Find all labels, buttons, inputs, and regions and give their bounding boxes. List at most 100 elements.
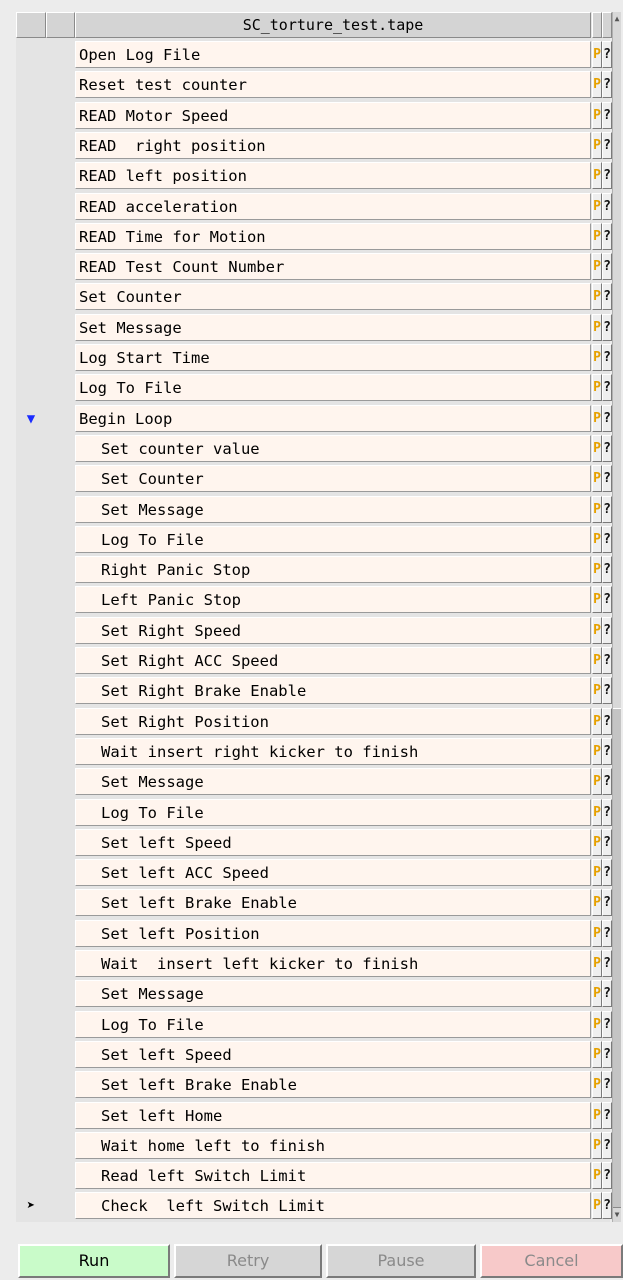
step-row[interactable]: Wait insert right kicker to finish P? — [16, 737, 612, 767]
step-p-button[interactable]: P — [592, 192, 602, 220]
retry-button[interactable]: Retry — [174, 1244, 322, 1278]
scrollbar-thumb[interactable] — [613, 708, 621, 1208]
step-row[interactable]: Open Log File P? — [16, 40, 612, 70]
step-label[interactable]: Wait home left to finish — [75, 1131, 591, 1159]
step-help-button[interactable]: ? — [602, 434, 612, 462]
step-help-button[interactable]: ? — [602, 647, 612, 674]
step-help-button[interactable]: ? — [602, 253, 612, 281]
step-p-button[interactable]: P — [592, 283, 602, 311]
step-p-button[interactable]: P — [592, 1101, 602, 1129]
step-label[interactable]: Set Counter — [75, 283, 591, 311]
step-row[interactable]: Set Right Brake Enable P? — [16, 676, 612, 706]
step-row[interactable]: Set Counter P? — [16, 464, 612, 494]
vertical-scrollbar[interactable]: ▲ ▼ — [612, 12, 621, 1222]
step-row[interactable]: READ acceleration P? — [16, 192, 612, 222]
step-help-button[interactable]: ? — [602, 1192, 612, 1220]
step-p-button[interactable]: P — [592, 980, 602, 1008]
step-row[interactable]: Log To File P? — [16, 373, 612, 403]
step-help-button[interactable]: ? — [602, 677, 612, 705]
step-p-button[interactable]: P — [592, 707, 602, 735]
step-p-button[interactable]: P — [592, 131, 602, 159]
step-row[interactable]: READ Test Count Number P? — [16, 252, 612, 282]
step-p-button[interactable]: P — [592, 313, 602, 341]
step-row[interactable]: Set Message P? — [16, 767, 612, 797]
step-help-button[interactable]: ? — [602, 707, 612, 735]
step-help-button[interactable]: ? — [602, 586, 612, 614]
step-help-button[interactable]: ? — [602, 1101, 612, 1129]
step-label[interactable]: Log To File — [75, 525, 591, 553]
step-label[interactable]: Set Counter — [75, 465, 591, 493]
step-label[interactable]: READ Motor Speed — [75, 101, 591, 129]
scroll-up-icon[interactable]: ▲ — [613, 12, 621, 26]
step-label[interactable]: Set Message — [75, 495, 591, 523]
step-p-button[interactable]: P — [592, 556, 602, 584]
step-label[interactable]: Set left Position — [75, 919, 591, 947]
step-help-button[interactable]: ? — [602, 1162, 612, 1190]
step-label[interactable]: Set Right ACC Speed — [75, 647, 591, 674]
step-p-button[interactable]: P — [592, 71, 602, 99]
step-help-button[interactable]: ? — [602, 556, 612, 584]
step-help-button[interactable]: ? — [602, 71, 612, 99]
step-help-button[interactable]: ? — [602, 1071, 612, 1099]
step-help-button[interactable]: ? — [602, 162, 612, 190]
step-row[interactable]: Log To File P? — [16, 798, 612, 828]
step-help-button[interactable]: ? — [602, 374, 612, 402]
step-p-button[interactable]: P — [592, 1131, 602, 1159]
step-label[interactable]: Wait insert right kicker to finish — [75, 737, 591, 765]
step-label[interactable]: Log To File — [75, 1010, 591, 1038]
step-label[interactable]: Set left Brake Enable — [75, 1071, 591, 1099]
step-label[interactable]: Log Start Time — [75, 344, 591, 371]
scroll-down-icon[interactable]: ▼ — [613, 1208, 621, 1222]
step-p-button[interactable]: P — [592, 828, 602, 856]
step-p-button[interactable]: P — [592, 1040, 602, 1068]
step-row[interactable]: Log Start Time P? — [16, 343, 612, 373]
step-p-button[interactable]: P — [592, 404, 602, 432]
step-label[interactable]: Set Message — [75, 980, 591, 1008]
pause-button[interactable]: Pause — [326, 1244, 476, 1278]
step-row[interactable]: Set Message P? — [16, 495, 612, 525]
step-p-button[interactable]: P — [592, 950, 602, 977]
step-row[interactable]: ➤ Check left Switch Limit P? — [16, 1191, 612, 1221]
step-label[interactable]: Set left Speed — [75, 828, 591, 856]
step-help-button[interactable]: ? — [602, 889, 612, 917]
step-help-button[interactable]: ? — [602, 1040, 612, 1068]
step-row[interactable]: READ Time for Motion P? — [16, 222, 612, 252]
step-p-button[interactable]: P — [592, 768, 602, 796]
step-p-button[interactable]: P — [592, 586, 602, 614]
step-p-button[interactable]: P — [592, 859, 602, 887]
step-help-button[interactable]: ? — [602, 41, 612, 68]
step-row[interactable]: Reset test counter P? — [16, 70, 612, 100]
step-label[interactable]: READ Test Count Number — [75, 253, 591, 281]
step-help-button[interactable]: ? — [602, 344, 612, 371]
step-help-button[interactable]: ? — [602, 495, 612, 523]
step-row[interactable]: Set Message P? — [16, 979, 612, 1009]
step-row[interactable]: Set Right Position P? — [16, 707, 612, 737]
step-p-button[interactable]: P — [592, 465, 602, 493]
step-help-button[interactable]: ? — [602, 616, 612, 644]
step-p-button[interactable]: P — [592, 616, 602, 644]
step-help-button[interactable]: ? — [602, 222, 612, 250]
step-label[interactable]: Set left Speed — [75, 1040, 591, 1068]
step-help-button[interactable]: ? — [602, 859, 612, 887]
step-row[interactable]: Set counter value P? — [16, 434, 612, 464]
step-label[interactable]: Set Message — [75, 768, 591, 796]
step-label[interactable]: READ right position — [75, 131, 591, 159]
step-label[interactable]: Right Panic Stop — [75, 556, 591, 584]
step-help-button[interactable]: ? — [602, 465, 612, 493]
step-label[interactable]: Wait insert left kicker to finish — [75, 950, 591, 977]
step-p-button[interactable]: P — [592, 162, 602, 190]
step-help-button[interactable]: ? — [602, 737, 612, 765]
step-p-button[interactable]: P — [592, 677, 602, 705]
step-help-button[interactable]: ? — [602, 828, 612, 856]
step-label[interactable]: Begin Loop — [75, 404, 591, 432]
step-p-button[interactable]: P — [592, 101, 602, 129]
step-help-button[interactable]: ? — [602, 404, 612, 432]
step-p-button[interactable]: P — [592, 1071, 602, 1099]
step-row[interactable]: Set left ACC Speed P? — [16, 858, 612, 888]
step-p-button[interactable]: P — [592, 737, 602, 765]
step-label[interactable]: Left Panic Stop — [75, 586, 591, 614]
step-row[interactable]: Log To File P? — [16, 525, 612, 555]
step-label[interactable]: Set left Brake Enable — [75, 889, 591, 917]
step-p-button[interactable]: P — [592, 1192, 602, 1220]
step-p-button[interactable]: P — [592, 344, 602, 371]
